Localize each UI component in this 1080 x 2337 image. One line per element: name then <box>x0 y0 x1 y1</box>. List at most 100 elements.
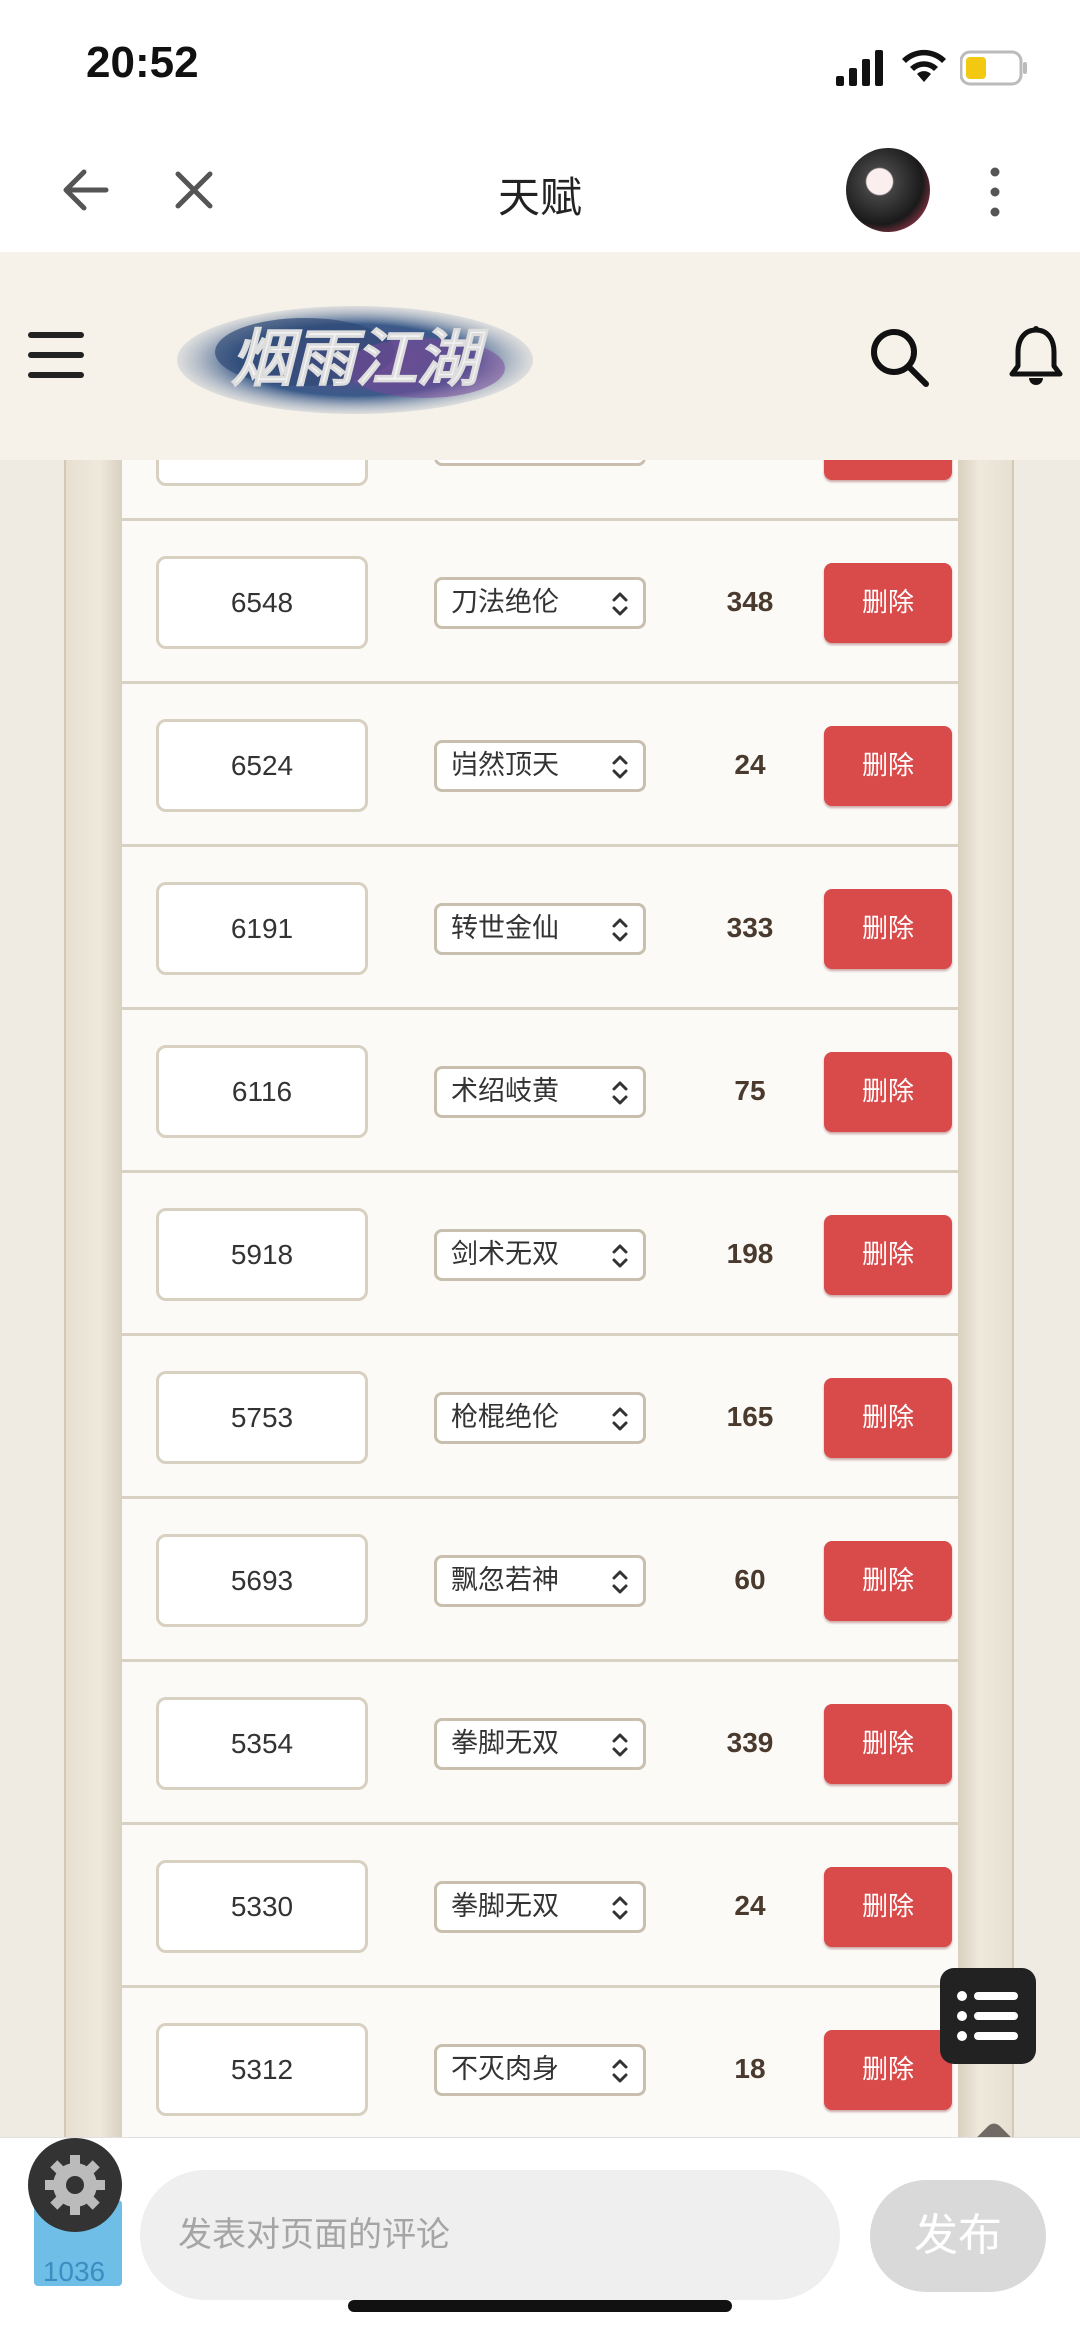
talent-row: 6524 岿然顶天 24 删除 <box>122 684 958 847</box>
bell-icon[interactable] <box>1006 324 1066 388</box>
svg-text:烟雨江湖: 烟雨江湖 <box>231 322 489 395</box>
delete-button[interactable]: 删除 <box>824 460 952 480</box>
chevron-updown-icon <box>612 1407 628 1431</box>
avatar[interactable] <box>846 148 930 232</box>
list-icon <box>957 1991 1018 2041</box>
talent-id-input[interactable]: 5330 <box>156 1860 368 1953</box>
talent-id-input[interactable]: 5918 <box>156 1208 368 1301</box>
status-time: 20:52 <box>86 38 199 87</box>
wifi-icon <box>902 49 946 82</box>
talent-select[interactable]: 天生神力 <box>434 460 646 466</box>
home-indicator <box>348 2300 732 2312</box>
talent-level: 60 <box>734 1564 766 1595</box>
delete-button[interactable]: 删除 <box>824 1378 952 1458</box>
talent-row: 5753 枪棍绝伦 165 删除 <box>122 1336 958 1499</box>
talent-select-value: 转世金仙 <box>451 913 559 944</box>
talent-id-input[interactable]: 6896 <box>156 460 368 486</box>
talent-select-value: 术绍岐黄 <box>451 1076 559 1107</box>
talent-level: 24 <box>734 1890 766 1921</box>
talent-level: 18 <box>734 2053 766 2084</box>
talent-select[interactable]: 飘忽若神 <box>434 1555 646 1607</box>
delete-button[interactable]: 删除 <box>824 2030 952 2110</box>
talent-select[interactable]: 转世金仙 <box>434 903 646 955</box>
scroll-border-left <box>64 460 122 2137</box>
delete-button[interactable]: 删除 <box>824 726 952 806</box>
chevron-updown-icon <box>612 1896 628 1920</box>
talent-select[interactable]: 拳脚无双 <box>434 1881 646 1933</box>
talent-select[interactable]: 术绍岐黄 <box>434 1066 646 1118</box>
more-options-icon[interactable] <box>980 164 1010 220</box>
talent-id-input[interactable]: 5693 <box>156 1534 368 1627</box>
chevron-updown-icon <box>612 918 628 942</box>
talent-select[interactable]: 枪棍绝伦 <box>434 1392 646 1444</box>
delete-button[interactable]: 删除 <box>824 1867 952 1947</box>
talent-row: 6548 刀法绝伦 348 删除 <box>122 521 958 684</box>
talent-id-input[interactable]: 6116 <box>156 1045 368 1138</box>
talent-list-area[interactable]: 6896天生神力411删除6548刀法绝伦348删除6524岿然顶天24删除61… <box>0 460 1080 2137</box>
table-of-contents-button[interactable] <box>940 1968 1036 2064</box>
talent-id-input[interactable]: 5312 <box>156 2023 368 2116</box>
scroll-border-right <box>958 460 1014 2137</box>
talent-level: 333 <box>726 912 774 943</box>
hamburger-menu-icon[interactable] <box>28 330 84 380</box>
delete-button[interactable]: 删除 <box>824 1704 952 1784</box>
delete-button[interactable]: 删除 <box>824 1052 952 1132</box>
signal-icon <box>836 50 883 86</box>
talent-row: 5693 飘忽若神 60 删除 <box>122 1499 958 1662</box>
talent-select-value: 刀法绝伦 <box>451 587 559 618</box>
talent-level: 339 <box>726 1727 774 1758</box>
talent-select-value: 剑术无双 <box>451 1239 559 1270</box>
talent-select[interactable]: 不灭肉身 <box>434 2044 646 2096</box>
talent-row: 6896 天生神力 411 删除 <box>122 460 958 521</box>
talent-select-value: 岿然顶天 <box>451 750 559 781</box>
delete-button[interactable]: 删除 <box>824 1541 952 1621</box>
talent-id-input[interactable]: 5354 <box>156 1697 368 1790</box>
talent-level: 348 <box>726 586 774 617</box>
nav-bar: 天赋 <box>0 130 1080 252</box>
talent-select[interactable]: 岿然顶天 <box>434 740 646 792</box>
chevron-updown-icon <box>612 1244 628 1268</box>
status-bar: 20:52 <box>0 0 1080 130</box>
talent-row: 6116 术绍岐黄 75 删除 <box>122 1010 958 1173</box>
chevron-updown-icon <box>612 755 628 779</box>
talent-level: 165 <box>726 1401 774 1432</box>
settings-button[interactable] <box>28 2138 122 2232</box>
view-counter: 1036 <box>42 2256 106 2287</box>
talent-id-input[interactable]: 5753 <box>156 1371 368 1464</box>
chevron-updown-icon <box>612 2059 628 2083</box>
talent-id-input[interactable]: 6524 <box>156 719 368 812</box>
talent-select-value: 拳脚无双 <box>451 1891 559 1922</box>
publish-button[interactable]: 发布 <box>870 2180 1046 2292</box>
talent-row: 5312 不灭肉身 18 删除 <box>122 1988 958 2137</box>
delete-button[interactable]: 删除 <box>824 889 952 969</box>
talent-table: 6896天生神力411删除6548刀法绝伦348删除6524岿然顶天24删除61… <box>122 460 958 2137</box>
chevron-updown-icon <box>612 592 628 616</box>
talent-id-input[interactable]: 6191 <box>156 882 368 975</box>
chevron-updown-icon <box>612 1570 628 1594</box>
search-icon[interactable] <box>868 326 930 388</box>
talent-row: 5330 拳脚无双 24 删除 <box>122 1825 958 1988</box>
gear-icon <box>45 2155 105 2215</box>
talent-level: 198 <box>726 1238 774 1269</box>
battery-icon <box>960 50 1027 86</box>
talent-level: 411 <box>690 460 810 464</box>
talent-row: 5354 拳脚无双 339 删除 <box>122 1662 958 1825</box>
talent-id-input[interactable]: 6548 <box>156 556 368 649</box>
talent-select[interactable]: 刀法绝伦 <box>434 577 646 629</box>
chevron-updown-icon <box>612 1733 628 1757</box>
talent-level: 24 <box>734 749 766 780</box>
site-header: 烟雨江湖 <box>0 252 1080 460</box>
talent-row: 6191 转世金仙 333 删除 <box>122 847 958 1010</box>
talent-select-value: 拳脚无双 <box>451 1728 559 1759</box>
talent-level: 75 <box>734 1075 766 1106</box>
talent-select-value: 枪棍绝伦 <box>451 1402 559 1433</box>
comment-input[interactable] <box>140 2170 840 2300</box>
talent-select-value: 飘忽若神 <box>451 1565 559 1596</box>
talent-select[interactable]: 拳脚无双 <box>434 1718 646 1770</box>
site-logo[interactable]: 烟雨江湖 <box>175 302 535 418</box>
delete-button[interactable]: 删除 <box>824 563 952 643</box>
chevron-updown-icon <box>612 1081 628 1105</box>
delete-button[interactable]: 删除 <box>824 1215 952 1295</box>
talent-row: 5918 剑术无双 198 删除 <box>122 1173 958 1336</box>
talent-select[interactable]: 剑术无双 <box>434 1229 646 1281</box>
